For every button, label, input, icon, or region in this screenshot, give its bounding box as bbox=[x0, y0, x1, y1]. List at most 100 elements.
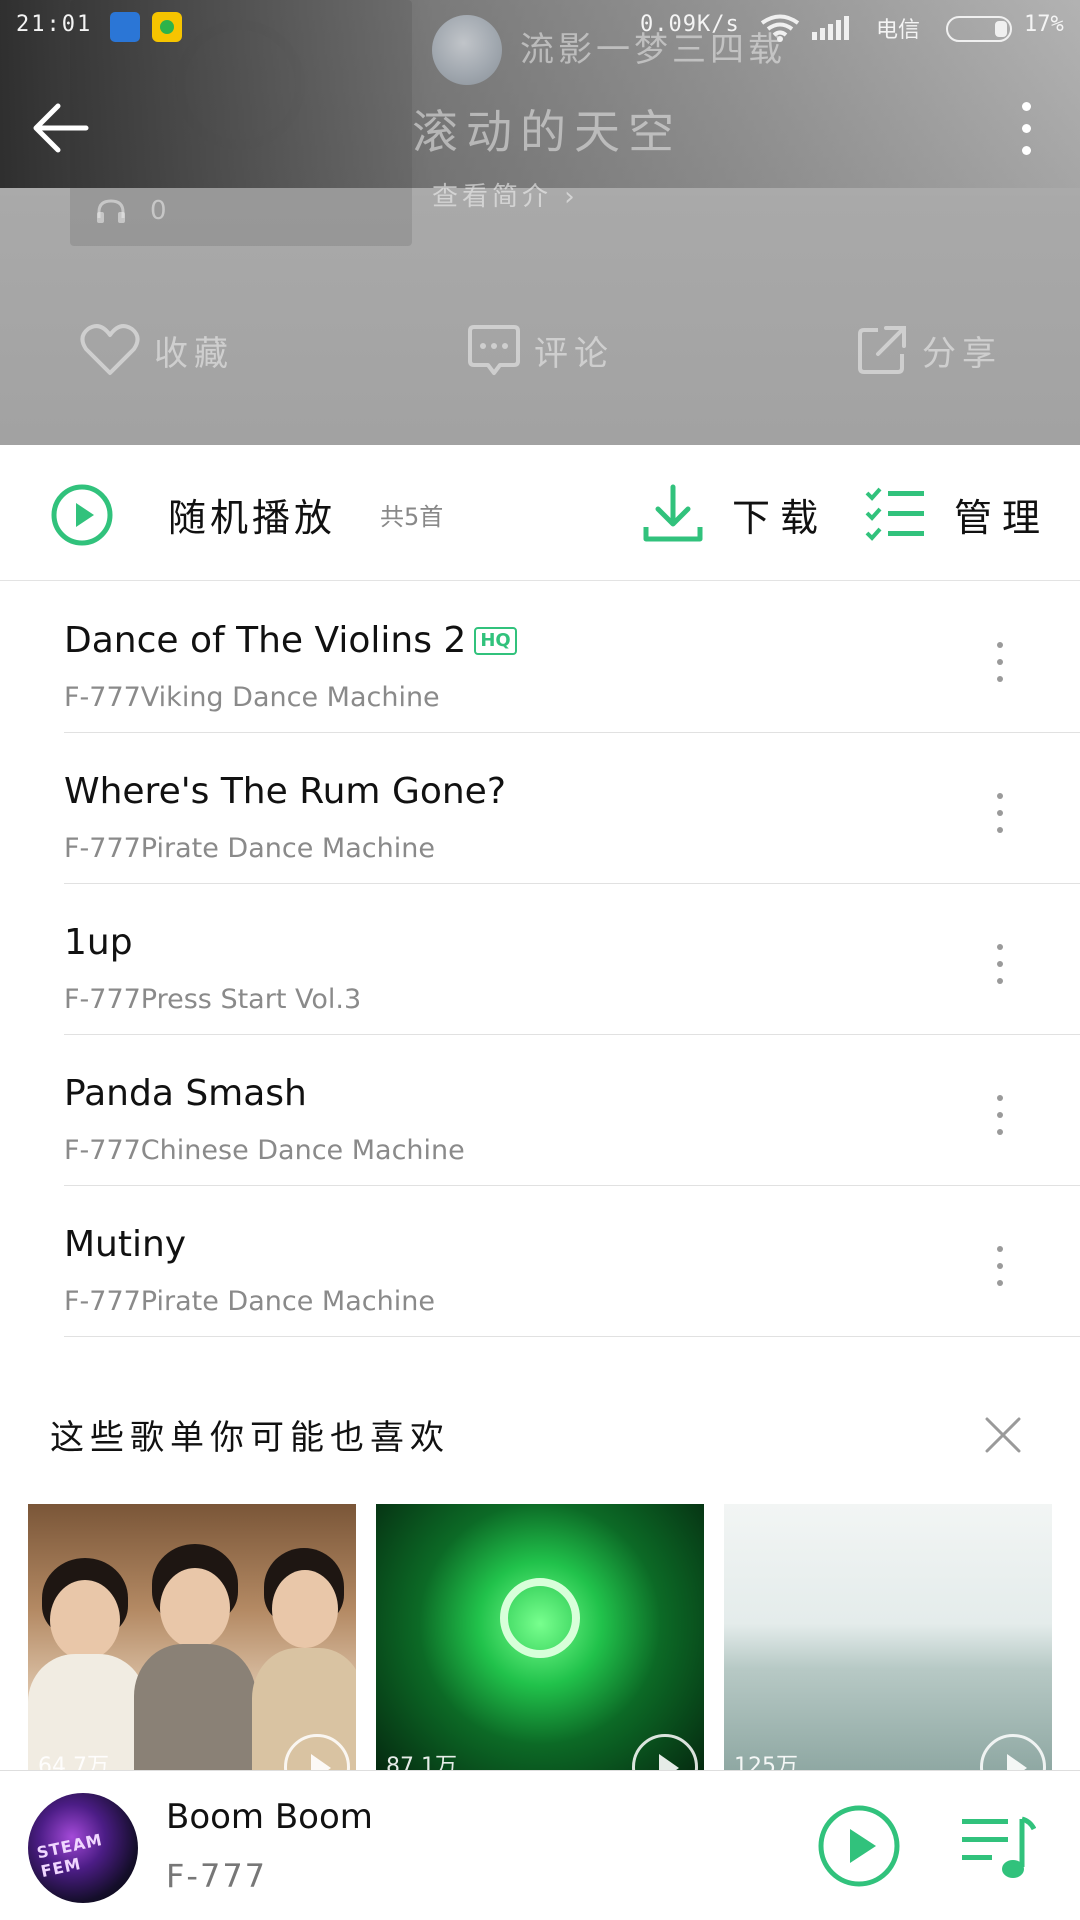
card-play-count: 64.7万 bbox=[38, 1754, 109, 1770]
more-dot-icon bbox=[997, 642, 1003, 648]
card-play-count: 125万 bbox=[734, 1754, 798, 1770]
recommended-playlist-card[interactable]: 64.7万 bbox=[28, 1504, 356, 1770]
playlist-queue-button[interactable] bbox=[960, 1811, 1037, 1883]
more-dot-icon bbox=[1022, 102, 1031, 111]
recommendations-title: 这些歌单你可能也喜欢 bbox=[50, 1418, 450, 1458]
play-overlay-icon[interactable] bbox=[980, 1734, 1046, 1770]
now-playing-title: Boom Boom bbox=[166, 1797, 373, 1837]
recommended-playlist-card[interactable]: 87.1万 bbox=[376, 1504, 704, 1770]
more-options-button[interactable] bbox=[1010, 100, 1042, 160]
shuffle-play-label[interactable]: 随机播放 bbox=[168, 487, 336, 542]
share-icon bbox=[858, 326, 906, 374]
song-subtitle: F-777Pirate Dance Machine bbox=[64, 1286, 435, 1317]
hq-badge: HQ bbox=[474, 626, 517, 655]
song-title: Where's The Rum Gone? bbox=[64, 771, 506, 812]
card-play-count: 87.1万 bbox=[386, 1754, 457, 1770]
now-playing-artist: F-777 bbox=[166, 1857, 268, 1895]
song-row[interactable]: Where's The Rum Gone? F-777Pirate Dance … bbox=[0, 733, 1080, 884]
more-dot-icon bbox=[997, 961, 1003, 967]
song-row[interactable]: Panda Smash F-777Chinese Dance Machine bbox=[0, 1035, 1080, 1186]
playlist-toolbar: 随机播放 共5首 下载 管理 bbox=[0, 445, 1080, 581]
song-subtitle: F-777Chinese Dance Machine bbox=[64, 1135, 465, 1166]
song-count: 共5首 bbox=[380, 503, 444, 531]
person-face bbox=[160, 1568, 230, 1648]
listen-count-value: 0 bbox=[150, 196, 167, 226]
more-dot-icon bbox=[997, 1263, 1003, 1269]
recommended-playlist-card[interactable]: 125万 bbox=[724, 1504, 1052, 1770]
more-dot-icon bbox=[997, 978, 1003, 984]
person-sweater bbox=[134, 1644, 256, 1770]
close-recommendations-button[interactable] bbox=[984, 1416, 1022, 1454]
more-dot-icon bbox=[997, 1246, 1003, 1252]
song-subtitle: F-777Press Start Vol.3 bbox=[64, 984, 362, 1015]
more-dot-icon bbox=[997, 1280, 1003, 1286]
play-circle-icon bbox=[818, 1805, 900, 1887]
song-row[interactable]: 1up F-777Press Start Vol.3 bbox=[0, 884, 1080, 1035]
creator-name[interactable]: 流影一梦三四载 bbox=[520, 22, 786, 71]
recommendation-cards: 64.7万 87.1万 125万 bbox=[28, 1504, 1058, 1770]
comment-button[interactable]: 评论 bbox=[468, 318, 614, 382]
download-icon[interactable] bbox=[640, 481, 706, 547]
view-intro-label: 查看简介 bbox=[432, 182, 553, 212]
song-row[interactable]: Dance of The Violins 2 HQ F-777Viking Da… bbox=[0, 582, 1080, 733]
manage-list-icon[interactable] bbox=[864, 485, 926, 543]
song-title-wrap: 1up bbox=[64, 922, 133, 963]
arrow-left-icon bbox=[33, 103, 89, 153]
play-pause-button[interactable] bbox=[816, 1803, 902, 1889]
song-title-wrap: Dance of The Violins 2 HQ bbox=[64, 620, 517, 661]
play-overlay-icon[interactable] bbox=[632, 1734, 698, 1770]
more-dot-icon bbox=[997, 810, 1003, 816]
song-more-button[interactable] bbox=[984, 640, 1016, 684]
comment-label: 评论 bbox=[534, 333, 614, 374]
headphones-icon bbox=[97, 199, 125, 223]
listen-count: 0 bbox=[96, 196, 167, 226]
close-icon bbox=[985, 1417, 1021, 1453]
status-time: 21:01 bbox=[16, 12, 93, 37]
song-title: Dance of The Violins 2 bbox=[64, 620, 467, 661]
song-more-button[interactable] bbox=[984, 791, 1016, 835]
more-dot-icon bbox=[997, 1129, 1003, 1135]
mini-player[interactable]: STEAM FEM Boom Boom F-777 bbox=[0, 1770, 1080, 1920]
bird-app-icon bbox=[110, 12, 140, 42]
now-playing-album-art[interactable]: STEAM FEM bbox=[28, 1793, 138, 1903]
more-dot-icon bbox=[1022, 146, 1031, 155]
person-face bbox=[50, 1580, 120, 1660]
heart-icon bbox=[80, 324, 140, 375]
favorite-button[interactable]: 收藏 bbox=[80, 318, 234, 382]
share-button[interactable]: 分享 bbox=[856, 318, 1002, 382]
song-title: 1up bbox=[64, 922, 133, 963]
signal-icon bbox=[812, 16, 860, 46]
song-subtitle: F-777Viking Dance Machine bbox=[64, 682, 440, 713]
battery-percent: 17% bbox=[1024, 12, 1064, 37]
more-dot-icon bbox=[997, 944, 1003, 950]
song-row[interactable]: Mutiny F-777Pirate Dance Machine bbox=[0, 1186, 1080, 1337]
song-title-wrap: Where's The Rum Gone? bbox=[64, 771, 506, 812]
share-label: 分享 bbox=[922, 333, 1002, 374]
person-face bbox=[272, 1570, 338, 1648]
shuffle-play-button[interactable] bbox=[50, 483, 114, 547]
view-intro-link[interactable]: 查看简介 › bbox=[432, 176, 579, 213]
song-more-button[interactable] bbox=[984, 1244, 1016, 1288]
more-dot-icon bbox=[997, 1112, 1003, 1118]
song-subtitle: F-777Pirate Dance Machine bbox=[64, 833, 435, 864]
song-title: Mutiny bbox=[64, 1224, 187, 1265]
more-dot-icon bbox=[997, 1095, 1003, 1101]
music-app-icon bbox=[152, 12, 182, 42]
more-dot-icon bbox=[1022, 124, 1031, 133]
creator-avatar[interactable] bbox=[432, 15, 502, 85]
download-button[interactable]: 下载 bbox=[732, 487, 828, 542]
song-more-button[interactable] bbox=[984, 1093, 1016, 1137]
song-list: Dance of The Violins 2 HQ F-777Viking Da… bbox=[0, 582, 1080, 1337]
play-circle-icon bbox=[51, 484, 113, 546]
more-dot-icon bbox=[997, 659, 1003, 665]
back-button[interactable] bbox=[28, 96, 92, 160]
carrier-name: 电信 bbox=[876, 18, 921, 43]
playlist-title: 滚动的天空 bbox=[412, 105, 682, 159]
comment-icon bbox=[468, 325, 520, 375]
manage-button[interactable]: 管理 bbox=[954, 487, 1050, 542]
chevron-right-icon: › bbox=[564, 182, 579, 212]
playlist-header: 21:01 0.09K/s 电信 17% 流影一梦三四载 滚动的天空 查看简介 … bbox=[0, 0, 1080, 445]
song-more-button[interactable] bbox=[984, 942, 1016, 986]
more-dot-icon bbox=[997, 676, 1003, 682]
song-title-wrap: Mutiny bbox=[64, 1224, 186, 1265]
